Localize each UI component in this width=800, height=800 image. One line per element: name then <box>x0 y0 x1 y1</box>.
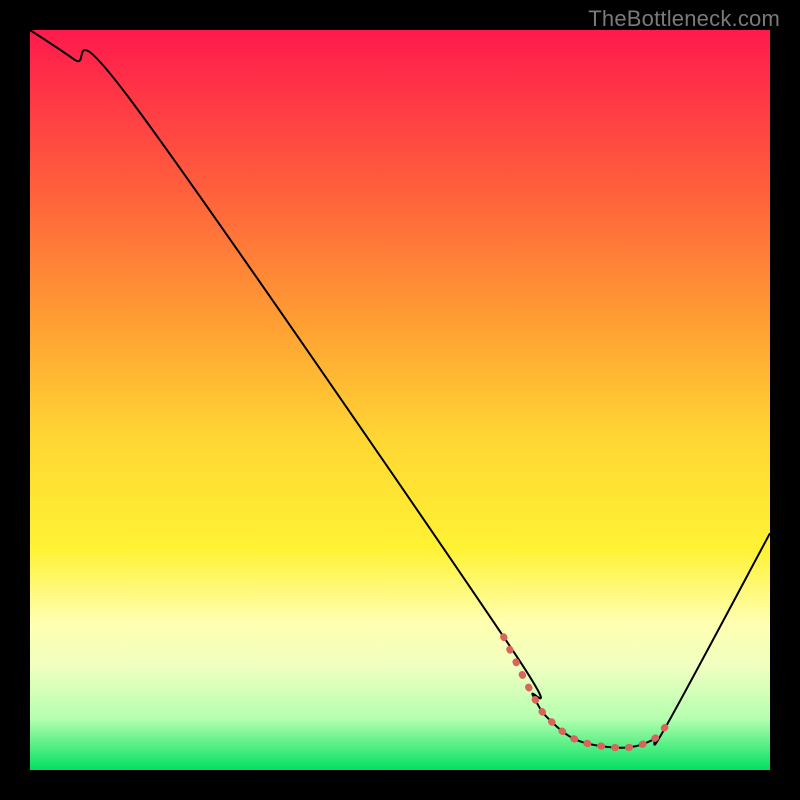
watermark-text: TheBottleneck.com <box>588 6 780 32</box>
plot-svg <box>30 30 770 770</box>
chart-stage: TheBottleneck.com <box>0 0 800 800</box>
highlight-dots <box>504 637 667 748</box>
plot-area <box>30 30 770 770</box>
curve-line <box>30 30 770 748</box>
